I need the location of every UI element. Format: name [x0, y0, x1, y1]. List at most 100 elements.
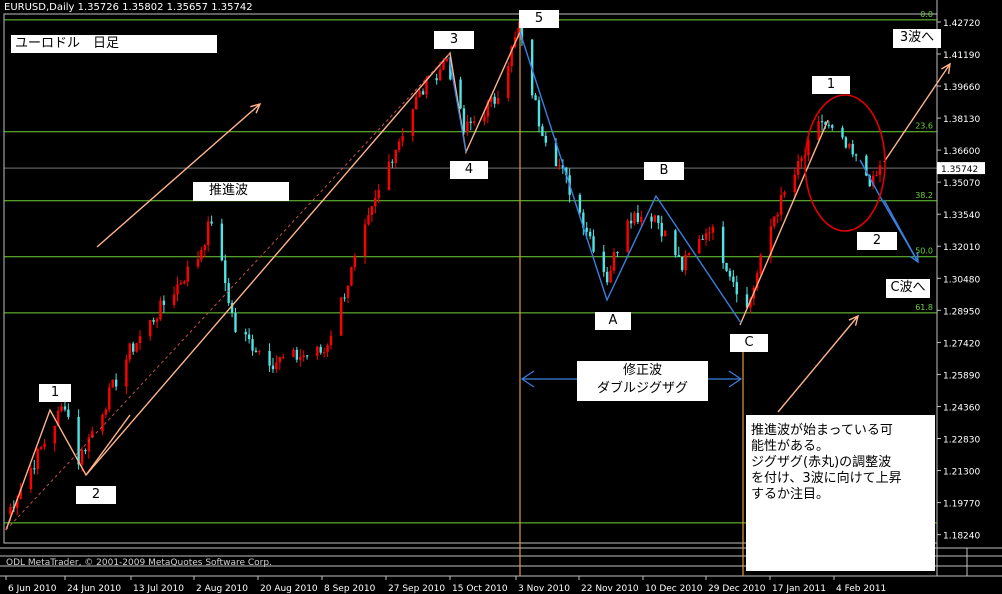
- candle-body: [592, 236, 595, 252]
- candle-body: [179, 283, 183, 285]
- candle-body: [759, 255, 762, 274]
- candle-body: [346, 285, 350, 298]
- candle-body: [394, 149, 397, 163]
- price-tick-label: 1.27420: [943, 339, 980, 349]
- candle-body: [483, 116, 486, 122]
- candle-body: [224, 260, 227, 284]
- candle-body: [636, 212, 640, 222]
- price-tick-label: 1.32010: [943, 243, 980, 253]
- candle-body: [817, 121, 820, 140]
- candle-body: [708, 232, 711, 234]
- candle-body: [459, 79, 462, 109]
- candle-body: [796, 161, 800, 175]
- candle-body: [200, 250, 203, 260]
- candle-body: [282, 357, 285, 359]
- candle-body: [183, 281, 186, 284]
- current-price-label: 1.35742: [941, 165, 978, 175]
- candle-body: [176, 284, 179, 295]
- candle-body: [43, 443, 46, 448]
- candle-body: [206, 221, 210, 246]
- candle-body: [640, 216, 643, 222]
- candle-body: [53, 425, 56, 444]
- candle-body: [841, 127, 844, 138]
- time-tick-label: 4 Feb 2011: [836, 584, 886, 594]
- candle-body: [728, 270, 732, 277]
- candle-body: [633, 212, 636, 224]
- candle-body: [391, 161, 394, 163]
- candle-body: [316, 346, 319, 356]
- impulse-label: 推進波: [193, 182, 289, 201]
- time-tick-label: 13 Jul 2010: [133, 584, 184, 594]
- candle-body: [350, 267, 353, 286]
- candle-body: [544, 136, 548, 143]
- fib-level-label: 23.6: [915, 122, 933, 131]
- candle-body: [299, 357, 302, 360]
- candle-body: [725, 262, 728, 271]
- candle-body: [507, 66, 510, 98]
- candle-body: [326, 345, 329, 353]
- candle-body: [254, 350, 258, 352]
- candle-body: [387, 161, 391, 191]
- candle-body: [657, 215, 660, 224]
- candle-body: [612, 252, 616, 271]
- candle-body: [698, 238, 701, 254]
- time-tick-label: 24 Jun 2010: [67, 584, 121, 594]
- copyright-text: ODL MetaTrader, © 2001-2009 MetaQuotes S…: [6, 558, 272, 568]
- candle-body: [159, 300, 162, 319]
- candle-body: [397, 141, 401, 150]
- candle-body: [244, 331, 247, 335]
- candle-body: [234, 312, 237, 332]
- candle-body: [111, 379, 114, 388]
- time-tick-label: 20 Aug 2010: [260, 584, 318, 594]
- candle-body: [114, 379, 118, 387]
- candle-body: [844, 137, 848, 148]
- wave-label-2: 2: [76, 486, 116, 504]
- candle-body: [653, 215, 657, 222]
- price-tick-label: 1.42720: [943, 19, 980, 29]
- time-tick-label: 22 Nov 2010: [581, 584, 639, 594]
- candle-body: [292, 349, 295, 358]
- candle-body: [322, 352, 326, 354]
- time-tick-label: 8 Sep 2010: [324, 584, 376, 594]
- candle-body: [684, 254, 687, 271]
- candle-body: [374, 198, 377, 207]
- candle-body: [851, 144, 854, 155]
- price-tick-label: 1.24360: [943, 403, 980, 413]
- candle-body: [339, 297, 343, 336]
- candle-body: [401, 136, 404, 142]
- candle-body: [541, 126, 544, 137]
- candle-body: [773, 216, 776, 227]
- candle-body: [152, 320, 155, 322]
- price-tick-label: 1.35070: [943, 179, 980, 189]
- candle-body: [271, 365, 275, 370]
- candle-body: [496, 97, 500, 104]
- candle-body: [735, 282, 738, 295]
- candle-body: [421, 91, 425, 95]
- price-tick-label: 1.30480: [943, 275, 980, 285]
- candle-body: [616, 252, 619, 254]
- candle-body: [435, 78, 438, 81]
- wave-label-1: 1: [39, 384, 71, 402]
- candle-body: [415, 96, 418, 110]
- candle-body: [370, 206, 374, 216]
- candle-body: [329, 335, 333, 346]
- candle-body: [411, 109, 415, 137]
- candle-body: [854, 154, 858, 156]
- candle-body: [319, 346, 322, 353]
- chart-window: ODL MetaTrader, © 2001-2009 MetaQuotes S…: [0, 0, 1002, 594]
- price-tick-label: 1.25890: [943, 371, 980, 381]
- candle-body: [721, 226, 725, 263]
- candle-body: [704, 233, 708, 240]
- candle-body: [462, 108, 466, 133]
- fib-level-label: 0.0: [920, 10, 933, 19]
- price-tick-label: 1.22830: [943, 435, 980, 445]
- candle-body: [108, 387, 111, 410]
- fib-level-label: 38.2: [915, 191, 933, 200]
- correction-title: 修正波: [622, 363, 662, 378]
- price-tick-label: 1.33540: [943, 211, 980, 221]
- candle-body: [353, 255, 357, 268]
- candle-body: [674, 230, 677, 256]
- wave-label-new-1: 1: [812, 76, 850, 94]
- wave-label-new-2: 2: [857, 232, 897, 250]
- candle-body: [875, 174, 878, 176]
